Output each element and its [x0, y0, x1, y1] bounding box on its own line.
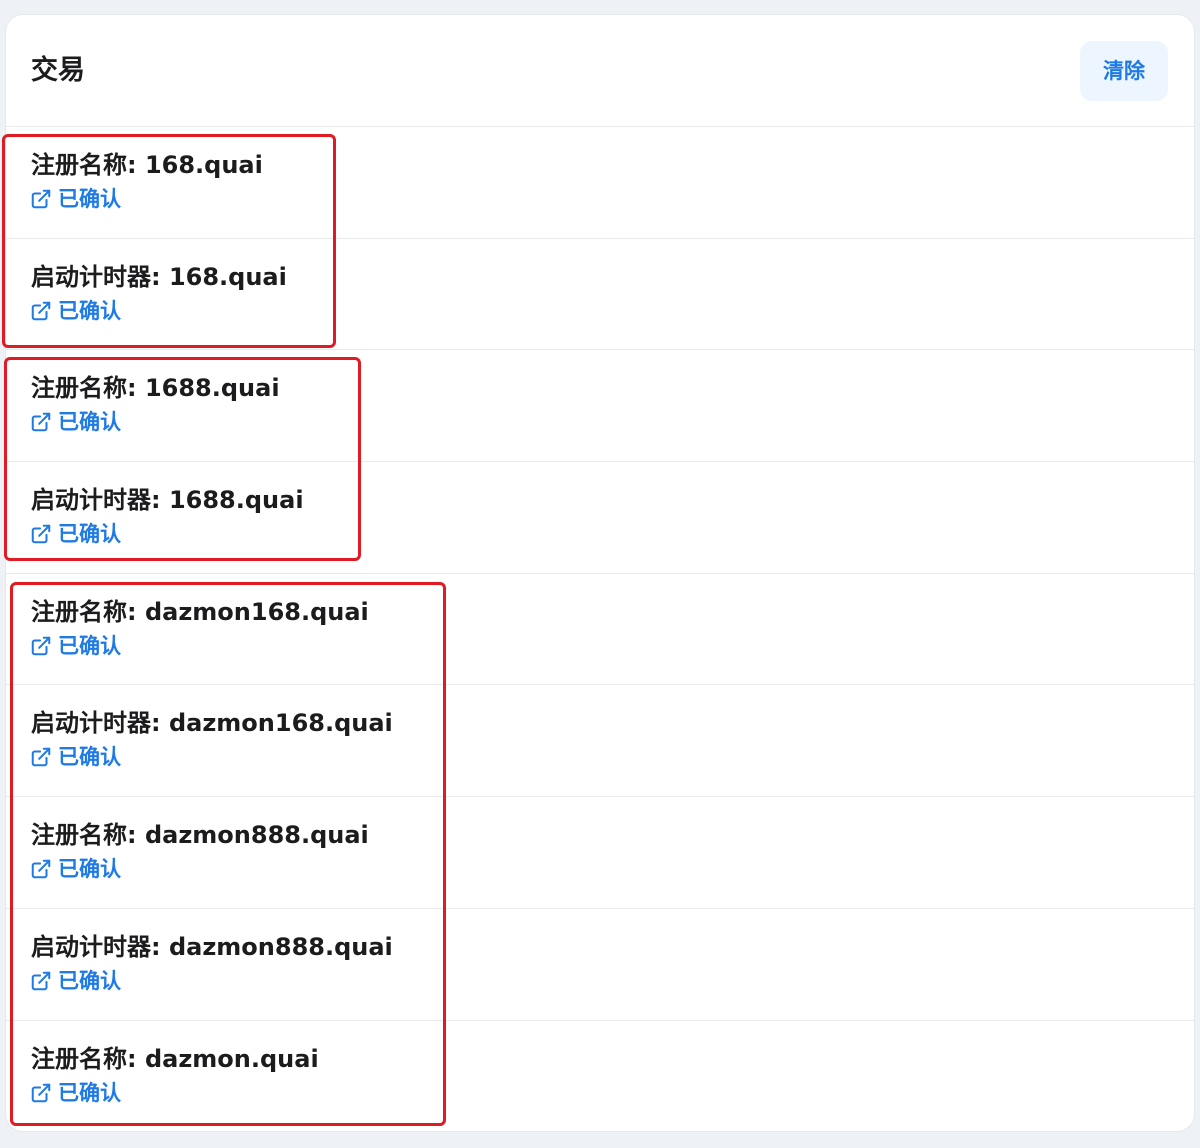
transaction-status-label: 已确认 [58, 633, 121, 658]
transaction-title: 启动计时器: dazmon168.quai [31, 709, 393, 738]
list-item: 注册名称: dazmon168.quai 已确认 [6, 574, 1194, 686]
transaction-status-link[interactable]: 已确认 [30, 520, 121, 548]
transaction-title: 启动计时器: dazmon888.quai [31, 932, 393, 961]
transaction-status-link[interactable]: 已确认 [30, 185, 121, 213]
transaction-status-label: 已确认 [58, 187, 121, 211]
page-title: 交易 [31, 55, 85, 86]
transaction-status-link[interactable]: 已确认 [30, 297, 121, 325]
transaction-title: 注册名称: 1688.quai [31, 374, 280, 403]
transaction-status-label: 已确认 [58, 522, 121, 547]
external-link-icon [31, 636, 51, 656]
transaction-status-label: 已确认 [58, 298, 121, 323]
list-item: 启动计时器: dazmon168.quai 已确认 [6, 685, 1194, 798]
external-link-icon [31, 301, 51, 320]
external-link-icon [31, 859, 51, 879]
transaction-title: 注册名称: 168.quai [31, 151, 263, 179]
transaction-title: 注册名称: dazmon168.quai [31, 597, 369, 626]
list-item: 注册名称: 168.quai 已确认 [6, 127, 1194, 239]
transaction-status-link[interactable]: 已确认 [30, 1079, 121, 1107]
list-item: 启动计时器: 1688.quai 已确认 [6, 462, 1194, 574]
external-link-icon [31, 748, 51, 767]
list-item: 启动计时器: 168.quai 已确认 [6, 239, 1194, 351]
external-link-icon [31, 971, 51, 991]
transaction-title: 注册名称: dazmon.quai [31, 1044, 319, 1073]
transaction-status-link[interactable]: 已确认 [30, 632, 121, 660]
transaction-status-label: 已确认 [58, 857, 121, 882]
transaction-status-label: 已确认 [58, 410, 121, 435]
transaction-status-link[interactable]: 已确认 [30, 855, 121, 883]
transaction-status-link[interactable]: 已确认 [30, 408, 121, 436]
list-item: 注册名称: dazmon888.quai 已确认 [6, 797, 1194, 909]
transaction-status-label: 已确认 [58, 745, 121, 770]
transaction-list: 注册名称: 168.quai 已确认 启动计时器: 168.quai 已确认 注… [6, 127, 1194, 1132]
external-link-icon [31, 189, 51, 209]
list-item: 注册名称: 1688.quai 已确认 [6, 350, 1194, 463]
panel-header: 交易 清除 [6, 15, 1194, 127]
transaction-status-label: 已确认 [58, 968, 121, 993]
external-link-icon [31, 413, 51, 432]
list-item: 启动计时器: dazmon888.quai 已确认 [6, 909, 1194, 1021]
transaction-title: 启动计时器: 168.quai [31, 262, 287, 291]
transactions-panel: 交易 清除 注册名称: 168.quai 已确认 启动计时器: 168.quai… [5, 14, 1195, 1132]
transaction-status-link[interactable]: 已确认 [30, 743, 121, 771]
clear-button[interactable]: 清除 [1080, 41, 1168, 101]
external-link-icon [31, 524, 51, 544]
transaction-status-link[interactable]: 已确认 [30, 967, 121, 995]
transaction-status-label: 已确认 [58, 1080, 121, 1105]
list-item: 注册名称: dazmon.quai 已确认 [6, 1021, 1194, 1132]
transaction-title: 注册名称: dazmon888.quai [31, 821, 369, 850]
transaction-title: 启动计时器: 1688.quai [31, 486, 304, 515]
external-link-icon [31, 1083, 51, 1102]
